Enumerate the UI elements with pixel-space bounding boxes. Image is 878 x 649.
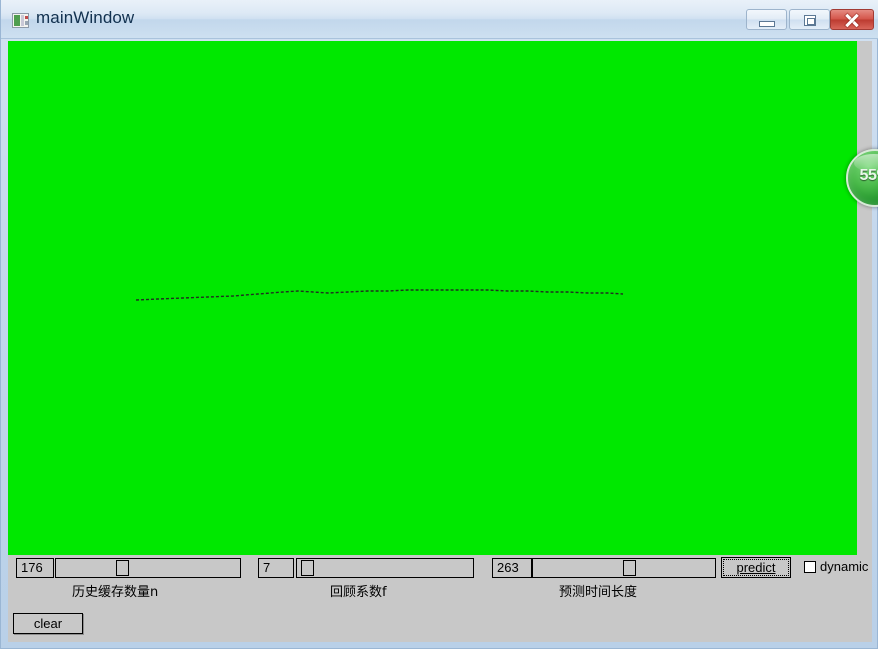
- dynamic-checkbox[interactable]: dynamic: [804, 559, 868, 575]
- minimize-button[interactable]: [746, 9, 787, 30]
- close-icon: [831, 10, 873, 29]
- application-icon: [12, 13, 29, 28]
- predict-length-slider[interactable]: [532, 558, 716, 578]
- predict-button-label: predict: [736, 560, 776, 575]
- maximize-button[interactable]: [789, 9, 830, 30]
- clear-button[interactable]: clear: [13, 613, 83, 634]
- lookback-factor-label: 回顾系数f: [330, 585, 387, 600]
- predict-length-value-input[interactable]: 263: [492, 558, 532, 578]
- slider-handle[interactable]: [116, 560, 130, 576]
- maximize-icon: [804, 15, 816, 26]
- history-buffer-label: 历史缓存数量n: [72, 585, 159, 600]
- controls-panel: 176 历史缓存数量n 7 回顾系数f 263 预测时间长度 predict d…: [8, 555, 872, 642]
- dynamic-checkbox-label: dynamic: [820, 559, 869, 574]
- plot-canvas[interactable]: [8, 41, 857, 555]
- title-bar[interactable]: mainWindow: [1, 0, 878, 39]
- predict-button[interactable]: predict: [721, 557, 791, 578]
- client-area: 55% 176 历史缓存数量n 7 回顾系数f 263 预测时间长度: [8, 41, 878, 642]
- window-title: mainWindow: [36, 8, 135, 27]
- history-buffer-value-input[interactable]: 176: [16, 558, 54, 578]
- gauge-value-label: 55%: [859, 167, 878, 184]
- main-window: mainWindow 55% 176 历史缓存: [0, 0, 878, 649]
- plot-chart: [135, 289, 624, 301]
- predict-length-label: 预测时间长度: [559, 585, 638, 600]
- history-buffer-slider[interactable]: [55, 558, 241, 578]
- slider-handle[interactable]: [301, 560, 315, 576]
- slider-handle[interactable]: [622, 560, 636, 576]
- minimize-icon: [759, 21, 775, 27]
- checkbox-box[interactable]: [804, 561, 816, 573]
- lookback-factor-value-input[interactable]: 7: [258, 558, 294, 578]
- close-button[interactable]: [830, 9, 874, 30]
- lookback-factor-slider[interactable]: [296, 558, 474, 578]
- chart-line-history: [135, 289, 624, 301]
